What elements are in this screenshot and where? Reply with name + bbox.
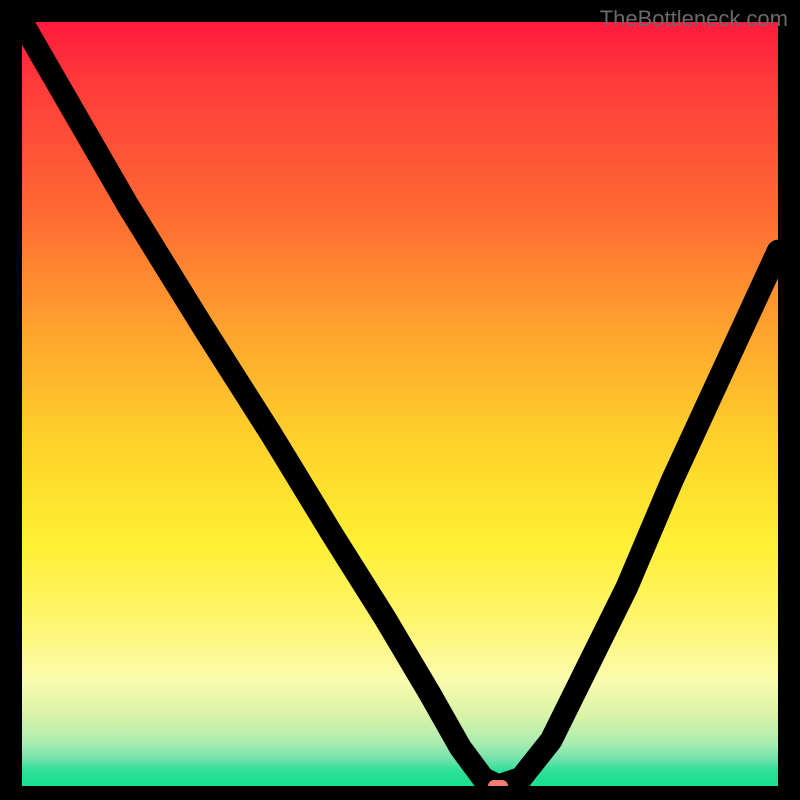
bottleneck-curve-path xyxy=(22,22,778,786)
chart-frame: TheBottleneck.com xyxy=(0,0,800,800)
watermark-text: TheBottleneck.com xyxy=(600,6,788,32)
bottleneck-curve xyxy=(22,22,778,786)
plot-area xyxy=(22,22,778,786)
